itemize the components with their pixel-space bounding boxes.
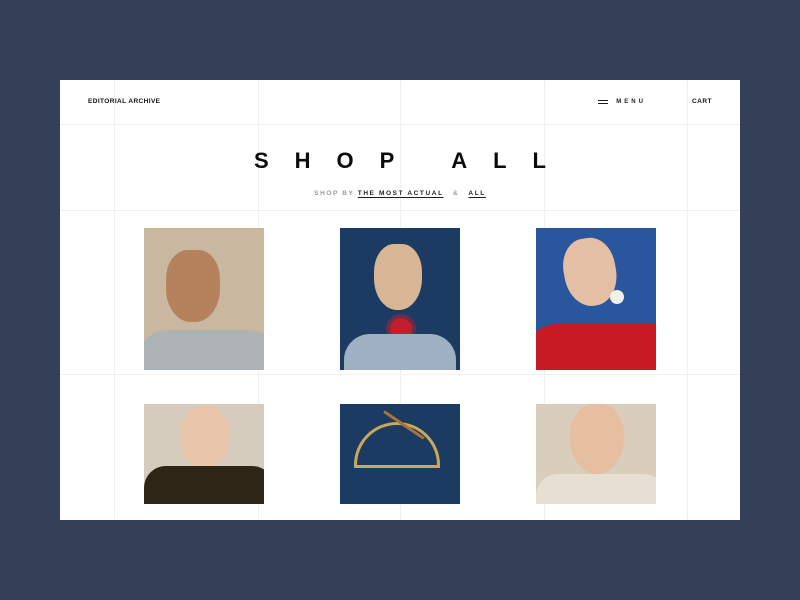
brand-logo[interactable]: EDITORIAL ARCHIVE <box>88 98 160 105</box>
filter-secondary[interactable]: ALL <box>468 190 485 197</box>
product-card[interactable] <box>144 404 264 504</box>
site-header: EDITORIAL ARCHIVE MENU CART <box>60 98 740 105</box>
product-image <box>144 228 264 370</box>
header-right: MENU CART <box>598 98 712 105</box>
product-card[interactable] <box>144 228 264 370</box>
product-image <box>144 404 264 504</box>
menu-button[interactable]: MENU <box>598 99 646 105</box>
product-image <box>340 228 460 370</box>
filter-primary[interactable]: THE MOST ACTUAL <box>358 190 444 197</box>
hamburger-icon <box>598 100 608 104</box>
product-image <box>340 404 460 504</box>
filter-prefix: SHOP BY <box>314 190 354 197</box>
shop-filter: SHOP BY THE MOST ACTUAL & ALL <box>60 190 740 197</box>
product-card[interactable] <box>340 404 460 504</box>
product-image <box>536 228 656 370</box>
filter-separator: & <box>453 190 459 197</box>
product-grid <box>144 228 656 504</box>
menu-label: MENU <box>616 99 646 105</box>
cart-button[interactable]: CART <box>692 98 712 105</box>
product-card[interactable] <box>340 228 460 370</box>
product-image <box>536 404 656 504</box>
bow-icon <box>354 422 440 468</box>
earring-icon <box>610 290 624 304</box>
page-title: SHOP ALL <box>60 148 740 174</box>
product-card[interactable] <box>536 404 656 504</box>
flower-icon <box>390 318 412 340</box>
app-window: EDITORIAL ARCHIVE MENU CART SHOP ALL SHO… <box>60 80 740 520</box>
product-card[interactable] <box>536 228 656 370</box>
